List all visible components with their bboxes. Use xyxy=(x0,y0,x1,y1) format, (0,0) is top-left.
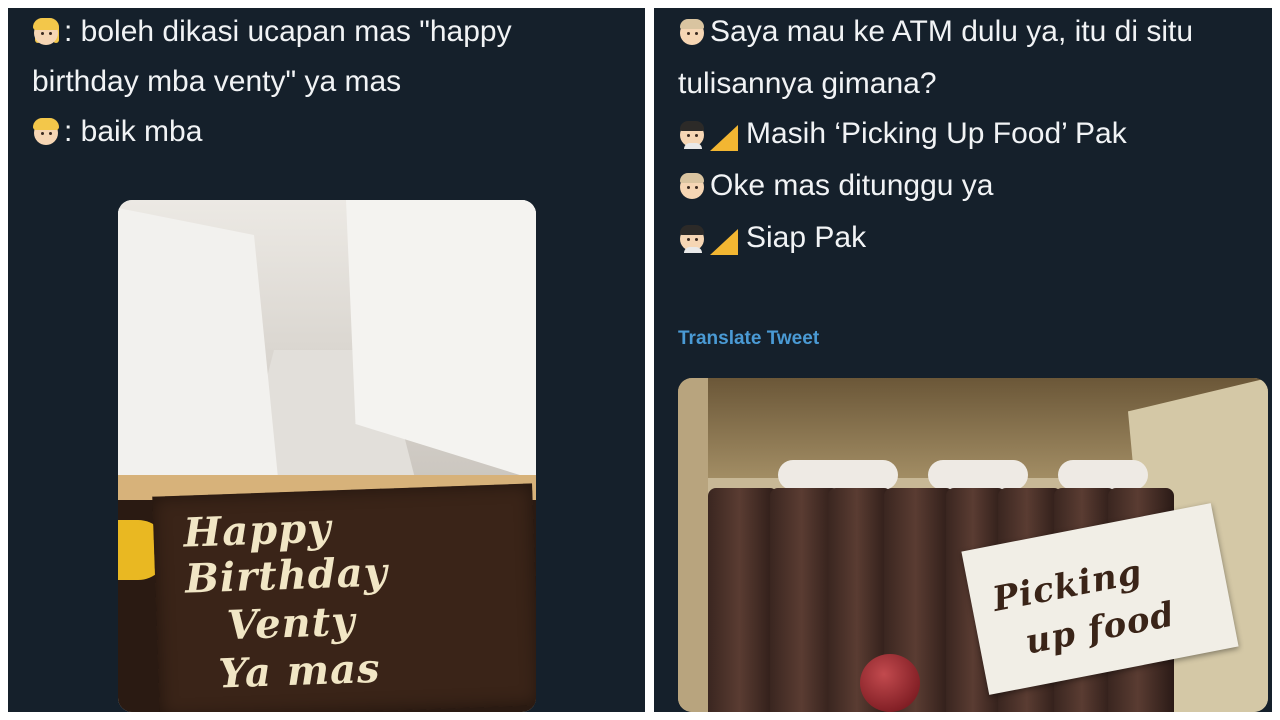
tweet-line: : boleh dikasi ucapan mas "happy xyxy=(32,14,512,50)
tweet-line-text: Saya mau ke ATM dulu ya, itu di situ xyxy=(710,15,1194,48)
left-tweet-panel: : boleh dikasi ucapan mas "happy birthda… xyxy=(8,8,645,712)
plaque-text: Birthday xyxy=(184,548,389,603)
tweet-line: : baik mba xyxy=(32,114,202,150)
right-tweet-panel: Saya mau ke ATM dulu ya, itu di situ tul… xyxy=(654,8,1272,712)
cake-photo-birthday[interactable]: Happy Birthday Venty Ya mas xyxy=(118,200,536,712)
man-emoji-icon xyxy=(678,171,708,201)
plaque-text: Happy xyxy=(182,504,333,557)
flag-icon xyxy=(710,229,738,255)
tweet-line-text: tulisannya gimana? xyxy=(678,67,937,100)
man-emoji-icon xyxy=(678,17,708,47)
courier-emoji-icon xyxy=(678,223,708,253)
tweet-line-text: Siap Pak xyxy=(746,221,867,254)
tweet-line-text: Oke mas ditunggu ya xyxy=(710,169,994,202)
cherry xyxy=(860,654,920,712)
tweet-line-text: Masih ‘Picking Up Food’ Pak xyxy=(746,117,1127,150)
plaque-text: Venty xyxy=(225,597,357,650)
tweet-line-text: birthday mba venty" ya mas xyxy=(32,65,402,98)
boy-emoji-icon xyxy=(32,117,62,147)
tweet-line: Masih ‘Picking Up Food’ Pak xyxy=(678,116,1127,152)
tweet-line-text: : boleh dikasi ucapan mas "happy xyxy=(64,15,512,48)
tweet-line: Siap Pak xyxy=(678,220,866,256)
tweet-line: tulisannya gimana? xyxy=(678,66,937,102)
courier-emoji-icon xyxy=(678,119,708,149)
girl-emoji-icon xyxy=(32,17,62,47)
translate-tweet-link[interactable]: Translate Tweet xyxy=(678,328,819,350)
tweet-line-text: : baik mba xyxy=(64,115,203,148)
flag-icon xyxy=(710,125,738,151)
tweet-line: Saya mau ke ATM dulu ya, itu di situ xyxy=(678,14,1193,50)
tweet-line: birthday mba venty" ya mas xyxy=(32,64,401,100)
cake-photo-picking-up-food[interactable]: Picking up food xyxy=(678,378,1268,712)
plaque-text: Ya mas xyxy=(217,644,382,698)
chocolate-plaque: Happy Birthday Venty Ya mas xyxy=(152,483,536,712)
tweet-line: Oke mas ditunggu ya xyxy=(678,168,994,204)
